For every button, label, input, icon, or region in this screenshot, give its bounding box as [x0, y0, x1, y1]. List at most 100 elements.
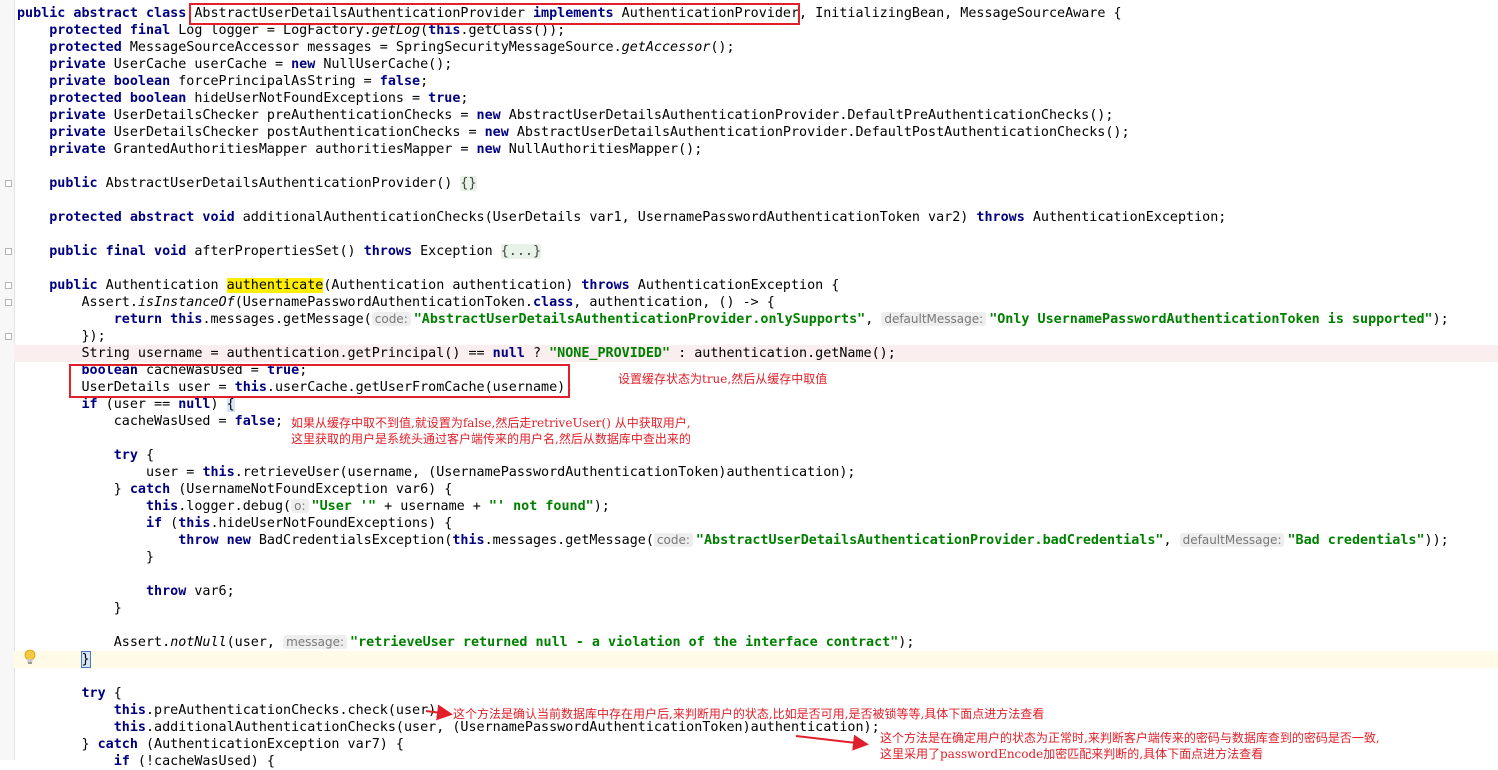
code-token: : authentication.getName(); [670, 346, 896, 361]
fold-expand-icon[interactable] [5, 248, 12, 255]
code-token: private [49, 125, 106, 140]
code-line-30: this.logger.debug(o: "User '" + username … [17, 498, 610, 515]
annotation-pre-check-note: 这个方法是确认当前数据库中存在用户后,来判断用户的状态,比如是否可用,是否被锁等… [453, 707, 1045, 721]
fold-expand-icon[interactable] [5, 180, 12, 187]
param-hint: defaultMessage: [1179, 533, 1285, 547]
code-token: user = [17, 465, 203, 480]
param-hint: message: [283, 635, 348, 649]
code-token: , InitializingBean, MessageSourceAware { [799, 6, 1122, 21]
fold-collapse-icon[interactable] [5, 299, 12, 306]
code-token: new [291, 57, 316, 72]
code-token: true [428, 91, 461, 106]
code-line-31: if (this.hideUserNotFoundExceptions) { [17, 515, 452, 532]
code-token: } [17, 737, 98, 752]
code-token: .messages.getMessage( [202, 312, 372, 327]
code-token: GrantedAuthoritiesMapper authoritiesMapp… [105, 142, 477, 157]
code-line-42: this.preAuthenticationChecks.check(user)… [17, 702, 445, 719]
code-token: (Authentication authentication) [323, 278, 582, 293]
code-token: null [492, 346, 525, 361]
code-token: throws [976, 210, 1025, 225]
code-token: ( [162, 516, 179, 531]
code-token: private [49, 142, 106, 157]
code-token: ) [210, 397, 227, 412]
code-token: try [113, 448, 138, 463]
code-token: .getClass()); [460, 23, 566, 38]
code-token: var6; [186, 584, 235, 599]
code-token: if [81, 397, 98, 412]
code-line-29: } catch (UsernameNotFoundException var6)… [17, 481, 453, 498]
code-token: ); [1432, 312, 1449, 327]
code-token: .retrieveUser(username, (UsernamePasswor… [234, 465, 856, 480]
code-line-36: } [17, 600, 122, 617]
code-line-18: Assert.isInstanceOf(UsernamePasswordAuth… [17, 294, 775, 311]
code-token: this [428, 23, 461, 38]
code-token: "AbstractUserDetailsAuthenticationProvid… [695, 533, 1164, 548]
code-token: "NONE_PROVIDED" [549, 346, 671, 361]
fold-collapse-icon[interactable] [5, 333, 12, 340]
search-highlight: authenticate [226, 278, 324, 293]
code-token: throws [363, 244, 413, 259]
code-token: Authentication [97, 278, 227, 293]
code-token: (user, [226, 635, 284, 650]
code-token: { [105, 686, 122, 701]
code-token: try [81, 686, 106, 701]
code-line-11: public AbstractUserDetailsAuthentication… [17, 175, 477, 192]
code-line-44: } catch (AuthenticationException var7) { [17, 736, 404, 753]
code-token: catch [129, 482, 171, 497]
fold-collapse-icon[interactable] [5, 282, 12, 289]
code-token: if [146, 516, 163, 531]
code-token: "AbstractUserDetailsAuthenticationProvid… [413, 312, 866, 327]
code-line-13: protected abstract void additionalAuthen… [17, 209, 1226, 226]
code-token: if [113, 754, 130, 769]
code-token: "Bad credentials" [1287, 533, 1425, 548]
annotation-box-cache-lookup [69, 364, 570, 398]
code-token: Exception [412, 244, 501, 259]
lightbulb-icon[interactable] [24, 649, 36, 665]
folded-body[interactable]: {...} [500, 244, 542, 259]
code-token: } [17, 550, 155, 565]
code-token: Assert. [17, 295, 138, 310]
code-token: this [113, 703, 146, 718]
annotation-retrieve-note-2: 这里获取的用户是系统头通过客户端传来的用户名,然后从数据库中查出来的 [291, 432, 691, 446]
code-token: protected boolean [49, 91, 187, 106]
code-token: AuthenticationException { [629, 278, 840, 293]
code-token: ; [460, 91, 469, 106]
code-line-15: public final void afterPropertiesSet() t… [17, 243, 542, 260]
code-token: protected abstract void [49, 210, 235, 225]
code-line-20: }); [17, 328, 105, 345]
annotation-additional-check-note-1: 这个方法是在确定用户的状态为正常时,来判断客户端传来的密码与数据库查到的密码是否… [880, 731, 1380, 745]
code-token: new [476, 142, 501, 157]
code-token: class [532, 295, 574, 310]
folded-body[interactable]: {} [460, 176, 477, 191]
code-token: notNull [170, 635, 227, 650]
code-token: AbstractUserDetailsAuthenticationProvide… [500, 108, 1114, 123]
code-token: (); [710, 40, 735, 55]
code-token: NullAuthoritiesMapper(); [500, 142, 703, 157]
code-token: hideUserNotFoundExceptions = [186, 91, 429, 106]
code-token: AbstractUserDetailsAuthenticationProvide… [97, 176, 461, 191]
arrow-additional-check [795, 734, 869, 751]
code-token: NullUserCache(); [315, 57, 453, 72]
code-token: AbstractUserDetailsAuthenticationProvide… [508, 125, 1130, 140]
code-line-8: private UserDetailsChecker postAuthentic… [17, 124, 1130, 141]
code-token: .logger.debug( [178, 499, 292, 514]
code-token: new [476, 108, 501, 123]
code-token: new [484, 125, 509, 140]
code-token: BadCredentialsException( [250, 533, 453, 548]
code-line-32: throw new BadCredentialsException(this.m… [17, 532, 1449, 549]
code-token: , authentication, () -> { [573, 295, 775, 310]
